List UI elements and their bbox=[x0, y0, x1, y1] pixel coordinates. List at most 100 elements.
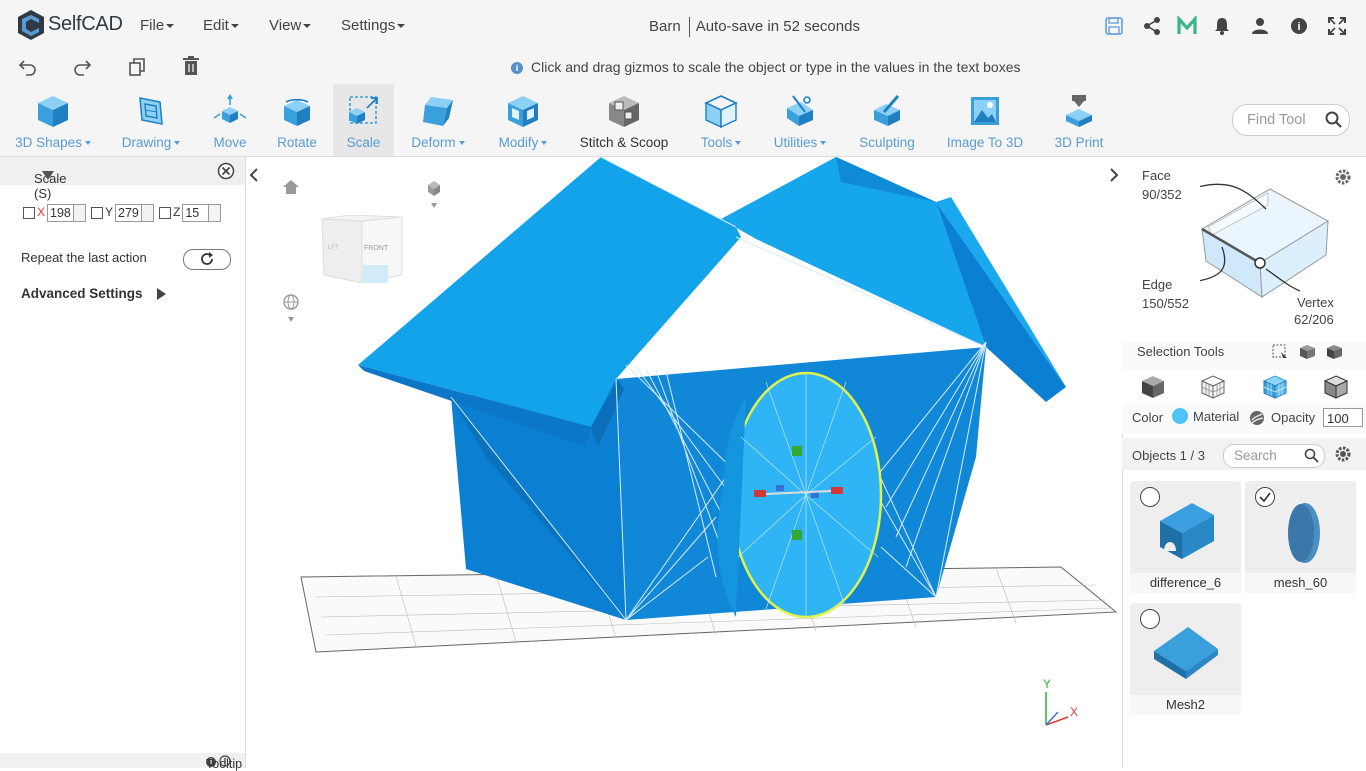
autosave-status: Auto-save in 52 seconds bbox=[695, 17, 860, 35]
selection-mode-row bbox=[1122, 370, 1366, 404]
opacity-input[interactable]: 100 bbox=[1323, 408, 1363, 427]
menu-view[interactable]: View bbox=[269, 17, 312, 34]
scale-x-input[interactable]: 198 bbox=[47, 204, 87, 222]
selection-counts: Face 90/352 Edge 150/552 Vertex 62/206 bbox=[1122, 157, 1366, 342]
barn-model[interactable] bbox=[358, 157, 1066, 621]
m-brand-icon[interactable] bbox=[1177, 16, 1197, 36]
material-label[interactable]: Material bbox=[1193, 409, 1239, 424]
search-icon[interactable] bbox=[1304, 448, 1319, 463]
home-icon[interactable] bbox=[282, 179, 300, 195]
chevron-right-icon[interactable] bbox=[1108, 167, 1120, 183]
selection-tools-row: Selection Tools bbox=[1122, 342, 1366, 370]
drawing-icon bbox=[139, 97, 163, 125]
repeat-last-action-button[interactable] bbox=[183, 249, 231, 270]
object-mode-icon[interactable] bbox=[1141, 375, 1165, 399]
tool-deform[interactable]: Deform bbox=[403, 84, 473, 156]
scale-panel-header[interactable]: Scale (S) bbox=[0, 157, 245, 201]
tool-rotate[interactable]: Rotate bbox=[266, 84, 328, 156]
color-swatch[interactable] bbox=[1172, 408, 1188, 424]
camera-view-icon[interactable] bbox=[426, 179, 442, 209]
gear-icon[interactable] bbox=[1334, 445, 1352, 463]
scale-icon bbox=[348, 96, 378, 124]
tooltip-bar[interactable]: i Tooltip bbox=[0, 753, 245, 771]
tool-sculpting[interactable]: Sculpting bbox=[854, 84, 920, 156]
advanced-settings-toggle[interactable]: Advanced Settings bbox=[21, 286, 166, 301]
x-lock-checkbox[interactable] bbox=[23, 207, 35, 219]
tool-tools[interactable]: Tools bbox=[693, 84, 749, 156]
tool-3d-print[interactable]: 3D Print bbox=[1048, 84, 1110, 156]
check-icon bbox=[1259, 492, 1271, 503]
material-icon[interactable] bbox=[1249, 410, 1265, 426]
svg-text:i: i bbox=[1297, 21, 1300, 33]
help-icon[interactable]: i bbox=[1289, 16, 1309, 36]
face-count: 90/352 bbox=[1142, 187, 1182, 202]
utilities-icon bbox=[787, 95, 813, 126]
move-icon bbox=[213, 94, 247, 123]
repeat-last-action-label: Repeat the last action bbox=[21, 250, 147, 265]
object-name: mesh_60 bbox=[1245, 573, 1356, 593]
y-lock-checkbox[interactable] bbox=[91, 207, 103, 219]
tool-move[interactable]: Move bbox=[200, 84, 260, 156]
mesh2-thumbnail bbox=[1154, 627, 1218, 679]
trash-icon[interactable] bbox=[182, 56, 200, 76]
refresh-icon bbox=[201, 252, 213, 265]
box-select-icon[interactable] bbox=[1272, 344, 1288, 360]
tool-stitch-scoop[interactable]: Stitch & Scoop bbox=[575, 84, 673, 156]
object-card[interactable]: Mesh2 bbox=[1130, 603, 1241, 715]
scale-z-input[interactable]: 15 bbox=[182, 204, 222, 222]
spinner-icon[interactable] bbox=[141, 205, 154, 221]
tool-modify[interactable]: Modify bbox=[491, 84, 555, 156]
chevron-left-icon[interactable] bbox=[248, 167, 260, 183]
user-icon[interactable] bbox=[1250, 16, 1270, 36]
object-select-radio[interactable] bbox=[1255, 487, 1275, 507]
select-faces-icon[interactable] bbox=[1299, 344, 1317, 360]
selection-tools-label: Selection Tools bbox=[1137, 344, 1225, 359]
z-lock-checkbox[interactable] bbox=[159, 207, 171, 219]
chevron-down-icon bbox=[230, 24, 239, 29]
search-icon[interactable] bbox=[1325, 111, 1343, 129]
project-name[interactable]: Barn bbox=[649, 18, 681, 35]
close-icon[interactable] bbox=[217, 162, 235, 180]
undo-icon[interactable] bbox=[18, 58, 38, 76]
face-mode-icon[interactable] bbox=[1263, 375, 1287, 399]
tool-scale[interactable]: Scale bbox=[333, 84, 394, 156]
copy-icon[interactable] bbox=[128, 58, 146, 76]
save-icon[interactable] bbox=[1104, 16, 1124, 36]
object-card[interactable]: mesh_60 bbox=[1245, 481, 1356, 593]
vertex-count: 62/206 bbox=[1294, 312, 1334, 327]
scale-y-input[interactable]: 279 bbox=[115, 204, 155, 222]
view-cube-front-label[interactable]: FRONT bbox=[364, 245, 388, 252]
tool-3d-shapes[interactable]: 3D Shapes bbox=[10, 84, 96, 156]
spinner-icon[interactable] bbox=[208, 205, 221, 221]
spinner-icon[interactable] bbox=[73, 205, 86, 221]
tool-image-to-3d[interactable]: Image To 3D bbox=[940, 84, 1030, 156]
pin-icon[interactable] bbox=[219, 755, 231, 767]
tools-icon bbox=[704, 95, 738, 128]
3d-viewport[interactable]: FRONT LFT Y X bbox=[246, 157, 1122, 768]
fullscreen-icon[interactable] bbox=[1327, 16, 1347, 36]
menu-file[interactable]: File bbox=[140, 17, 175, 34]
select-object-icon[interactable] bbox=[1326, 344, 1344, 360]
gear-icon[interactable] bbox=[1334, 168, 1352, 186]
edge-mode-icon[interactable] bbox=[1324, 375, 1348, 399]
collapse-icon[interactable] bbox=[42, 171, 54, 180]
axes-indicator bbox=[1045, 692, 1069, 726]
menu-settings[interactable]: Settings bbox=[341, 17, 406, 34]
globe-icon[interactable] bbox=[282, 293, 300, 323]
chevron-down-icon bbox=[735, 141, 742, 146]
view-cube[interactable]: FRONT LFT bbox=[320, 215, 404, 283]
objects-search-input[interactable]: Search bbox=[1223, 444, 1325, 468]
view-cube-left-label[interactable]: LFT bbox=[328, 245, 339, 251]
chevron-down-icon bbox=[458, 141, 465, 146]
object-card[interactable]: difference_6 bbox=[1130, 481, 1241, 593]
chevron-down-icon bbox=[303, 24, 312, 29]
menu-edit[interactable]: Edit bbox=[203, 17, 239, 34]
redo-icon[interactable] bbox=[72, 58, 92, 76]
bell-icon[interactable] bbox=[1212, 16, 1232, 36]
tool-utilities[interactable]: Utilities bbox=[767, 84, 833, 156]
find-tool-input[interactable]: Find Tool bbox=[1232, 104, 1350, 136]
image-to-3d-icon bbox=[971, 97, 999, 125]
mesh-mode-icon[interactable] bbox=[1201, 375, 1225, 399]
tool-drawing[interactable]: Drawing bbox=[114, 84, 188, 156]
share-icon[interactable] bbox=[1142, 16, 1162, 36]
